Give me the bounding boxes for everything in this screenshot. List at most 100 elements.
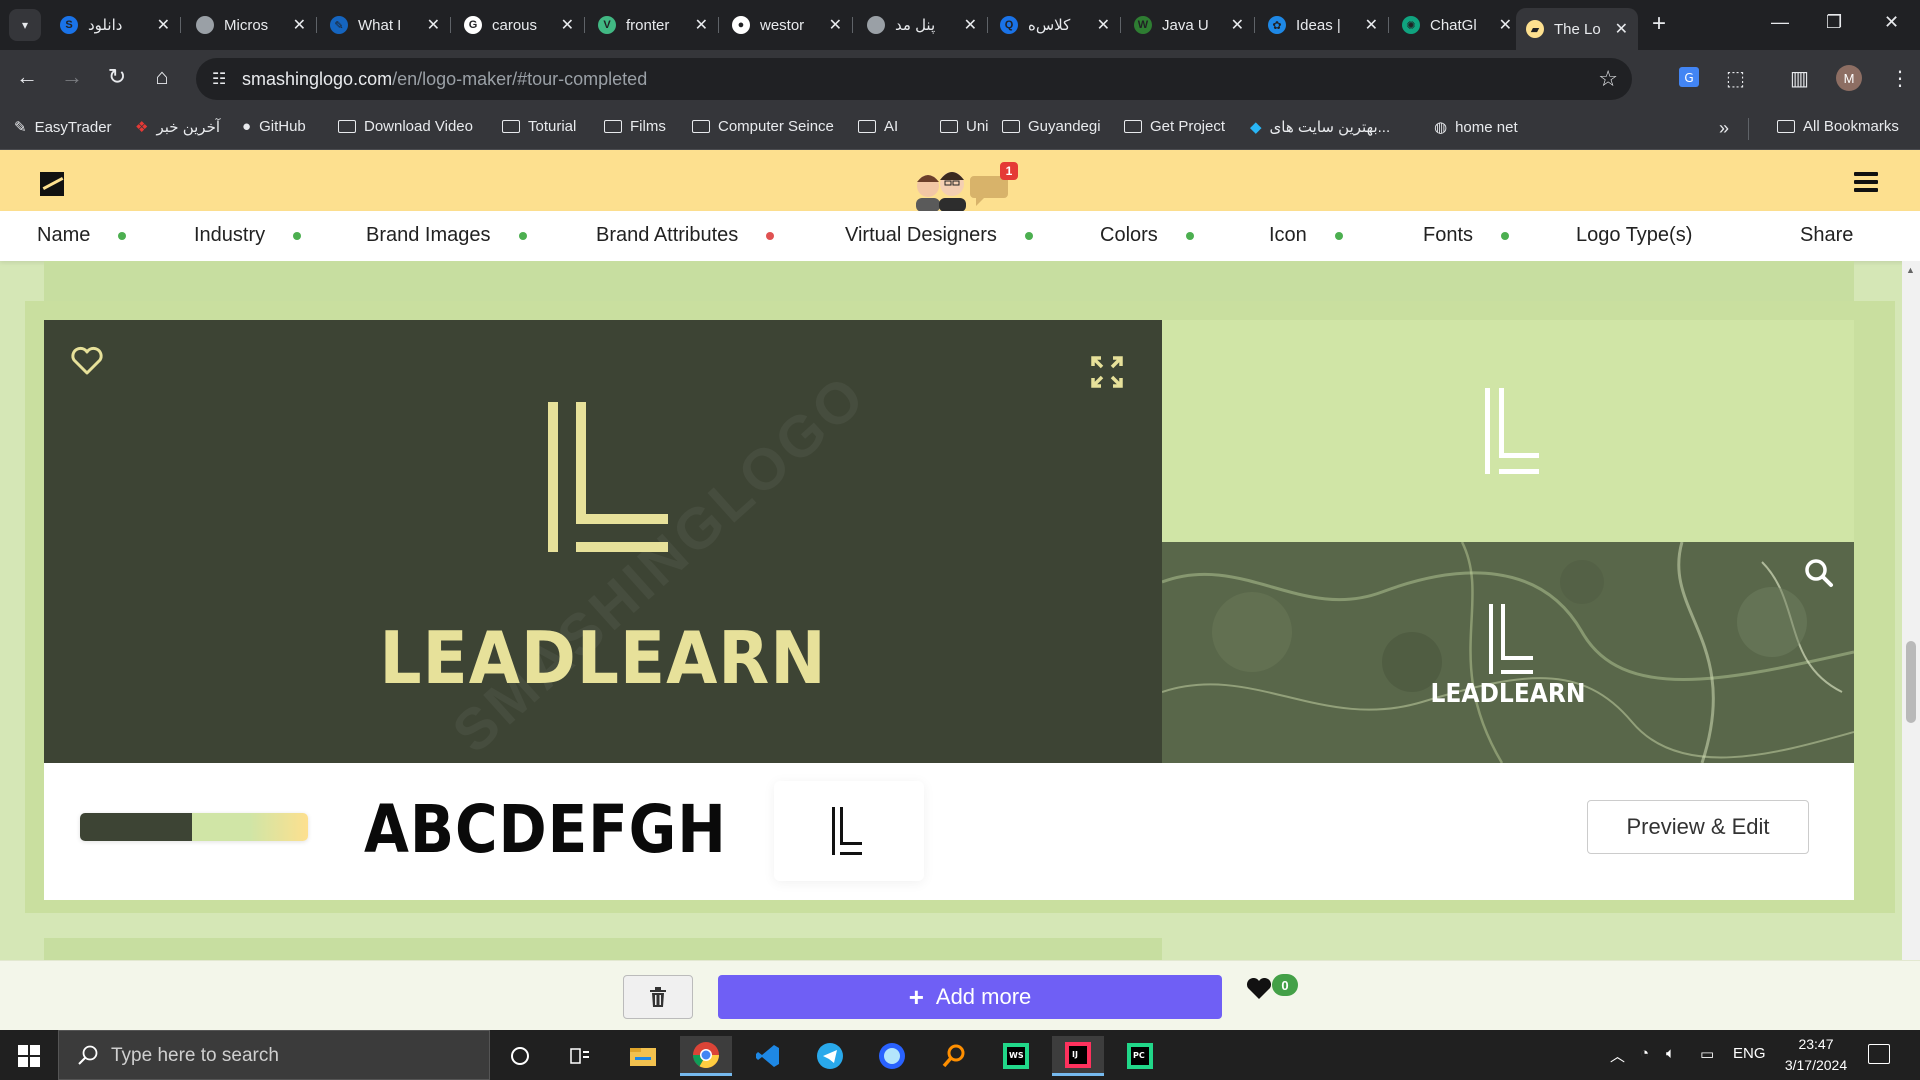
preview-edit-button[interactable]: Preview & Edit bbox=[1587, 800, 1809, 854]
reload-button[interactable]: ↻ bbox=[102, 64, 132, 90]
more-bookmarks-icon[interactable]: » bbox=[1719, 118, 1729, 139]
hamburger-menu-icon[interactable] bbox=[1854, 172, 1878, 192]
smashinglogo-logo[interactable] bbox=[40, 172, 64, 196]
cortana-icon[interactable] bbox=[494, 1036, 546, 1076]
site-info-icon[interactable]: ☷ bbox=[212, 69, 226, 89]
step-brand-attributes[interactable]: Brand Attributes bbox=[596, 224, 775, 247]
all-bookmarks-button[interactable]: All Bookmarks bbox=[1777, 118, 1899, 135]
close-tab-icon[interactable]: ✕ bbox=[1615, 19, 1628, 39]
app-browser-icon[interactable] bbox=[866, 1036, 918, 1076]
close-tab-icon[interactable]: ✕ bbox=[829, 15, 842, 35]
telegram-icon[interactable] bbox=[804, 1036, 856, 1076]
bookmark-folder[interactable]: AI bbox=[858, 118, 898, 135]
bookmark-folder[interactable]: Films bbox=[604, 118, 666, 135]
close-tab-icon[interactable]: ✕ bbox=[561, 15, 574, 35]
profile-avatar[interactable]: M bbox=[1836, 65, 1862, 91]
close-window-button[interactable]: ✕ bbox=[1884, 12, 1899, 33]
tray-chevron-icon[interactable]: ︿ bbox=[1610, 1045, 1625, 1066]
intellij-icon[interactable]: IJ bbox=[1052, 1036, 1104, 1076]
chrome-taskbar-icon[interactable] bbox=[680, 1036, 732, 1076]
step-logo-type-s[interactable]: Logo Type(s) bbox=[1576, 224, 1692, 247]
close-tab-icon[interactable]: ✕ bbox=[1097, 15, 1110, 35]
minimize-button[interactable]: — bbox=[1771, 12, 1789, 33]
browser-menu-icon[interactable]: ⋮ bbox=[1890, 66, 1910, 91]
tab-search-button[interactable]: ▾ bbox=[9, 9, 41, 41]
task-view-icon[interactable] bbox=[554, 1036, 606, 1076]
taskbar-search-box[interactable]: Type here to search bbox=[58, 1030, 490, 1080]
bookmark-folder[interactable]: Computer Seince bbox=[692, 118, 834, 135]
browser-tab[interactable]: ✎ What I ✕ bbox=[320, 8, 451, 42]
windows-start-icon[interactable] bbox=[18, 1045, 40, 1067]
browser-tab[interactable]: W Java U ✕ bbox=[1124, 8, 1255, 42]
scrollbar-thumb[interactable] bbox=[1906, 641, 1916, 723]
restore-button[interactable]: ❐ bbox=[1826, 12, 1842, 33]
step-icon[interactable]: Icon bbox=[1269, 224, 1343, 247]
search-app-icon[interactable] bbox=[928, 1036, 980, 1076]
file-explorer-icon[interactable] bbox=[617, 1036, 669, 1076]
bookmark-link[interactable]: ◆ بهترین سایت های... bbox=[1250, 118, 1390, 136]
step-colors[interactable]: Colors bbox=[1100, 224, 1194, 247]
browser-tab[interactable]: S دانلود ✕ bbox=[50, 8, 181, 42]
close-tab-icon[interactable]: ✕ bbox=[157, 15, 170, 35]
browser-tab[interactable]: ▰ The Lo ✕ bbox=[1516, 8, 1638, 50]
extensions-icon[interactable]: ⬚ bbox=[1726, 66, 1745, 91]
bookmark-folder[interactable]: Get Project bbox=[1124, 118, 1225, 135]
scroll-up-arrow-icon[interactable]: ▲ bbox=[1906, 265, 1915, 275]
browser-tab[interactable]: Q کلاس‌ه ✕ bbox=[990, 8, 1121, 42]
bookmark-link[interactable]: ● GitHub bbox=[242, 118, 306, 135]
bookmark-folder[interactable]: Download Video bbox=[338, 118, 473, 135]
step-fonts[interactable]: Fonts bbox=[1423, 224, 1510, 247]
delete-button[interactable] bbox=[623, 975, 693, 1019]
translate-icon[interactable]: G bbox=[1678, 66, 1700, 94]
step-brand-images[interactable]: Brand Images bbox=[366, 224, 527, 247]
forward-button[interactable]: → bbox=[57, 64, 87, 90]
home-button[interactable]: ⌂ bbox=[147, 64, 177, 90]
language-indicator[interactable]: ENG bbox=[1733, 1045, 1766, 1062]
browser-tab[interactable]: Gcarous ✕ bbox=[454, 8, 585, 42]
expand-icon[interactable] bbox=[1090, 355, 1124, 389]
close-tab-icon[interactable]: ✕ bbox=[427, 15, 440, 35]
bookmark-folder[interactable]: Toturial bbox=[502, 118, 576, 135]
textured-background-preview[interactable]: LEADLEARN bbox=[1162, 542, 1854, 763]
address-bar[interactable]: ☷ smashinglogo.com/en/logo-maker/#tour-c… bbox=[196, 58, 1632, 100]
close-tab-icon[interactable]: ✕ bbox=[964, 15, 977, 35]
vscode-icon[interactable] bbox=[742, 1036, 794, 1076]
system-clock[interactable]: 23:47 3/17/2024 bbox=[1776, 1034, 1856, 1076]
webstorm-icon[interactable]: WS bbox=[990, 1036, 1042, 1076]
bookmark-star-icon[interactable]: ☆ bbox=[1598, 66, 1618, 92]
light-background-preview[interactable] bbox=[1162, 320, 1854, 542]
close-tab-icon[interactable]: ✕ bbox=[1231, 15, 1244, 35]
add-more-button[interactable]: + Add more bbox=[718, 975, 1222, 1019]
new-tab-button[interactable]: + bbox=[1652, 10, 1666, 38]
browser-tab[interactable]: پنل مد ✕ bbox=[857, 8, 988, 42]
browser-tab[interactable]: ● westor ✕ bbox=[722, 8, 853, 42]
notification-center-icon[interactable] bbox=[1868, 1044, 1890, 1064]
step-share[interactable]: Share bbox=[1800, 224, 1853, 247]
favorite-heart-icon[interactable] bbox=[70, 346, 104, 376]
page-scrollbar[interactable]: ▲ ▼ bbox=[1902, 261, 1920, 1030]
bookmark-link[interactable]: ✎ EasyTrader bbox=[14, 118, 112, 137]
favorites-heart-icon[interactable] bbox=[1246, 978, 1272, 1000]
step-virtual-designers[interactable]: Virtual Designers bbox=[845, 224, 1033, 247]
close-tab-icon[interactable]: ✕ bbox=[293, 15, 306, 35]
step-name[interactable]: Name bbox=[37, 224, 127, 247]
step-industry[interactable]: Industry bbox=[194, 224, 302, 247]
bookmark-link[interactable]: ❖ آخرین خبر bbox=[135, 118, 220, 136]
bookmark-folder[interactable]: Guyandegi bbox=[1002, 118, 1101, 135]
zoom-search-icon[interactable] bbox=[1804, 558, 1834, 588]
wifi-icon[interactable]: ◔ bbox=[1640, 1045, 1649, 1062]
close-tab-icon[interactable]: ✕ bbox=[1499, 15, 1512, 35]
bookmark-folder[interactable]: Uni bbox=[940, 118, 989, 135]
browser-tab[interactable]: ✺ ChatGl ✕ bbox=[1392, 8, 1523, 42]
main-logo-preview[interactable]: SMASHINGLOGO LEADLEARN bbox=[44, 320, 1162, 763]
designers-chat-widget[interactable]: 1 bbox=[912, 160, 1018, 212]
browser-tab[interactable]: Vfronter ✕ bbox=[588, 8, 719, 42]
back-button[interactable]: ← bbox=[12, 64, 42, 90]
url-text[interactable]: smashinglogo.com/en/logo-maker/#tour-com… bbox=[242, 69, 647, 90]
close-tab-icon[interactable]: ✕ bbox=[1365, 15, 1378, 35]
bookmark-link[interactable]: ◍ home net bbox=[1434, 118, 1518, 137]
side-panel-icon[interactable]: ▥ bbox=[1790, 66, 1809, 91]
volume-icon[interactable]: 🔈︎ bbox=[1666, 1045, 1675, 1062]
pycharm-icon[interactable]: PC bbox=[1114, 1036, 1166, 1076]
close-tab-icon[interactable]: ✕ bbox=[695, 15, 708, 35]
